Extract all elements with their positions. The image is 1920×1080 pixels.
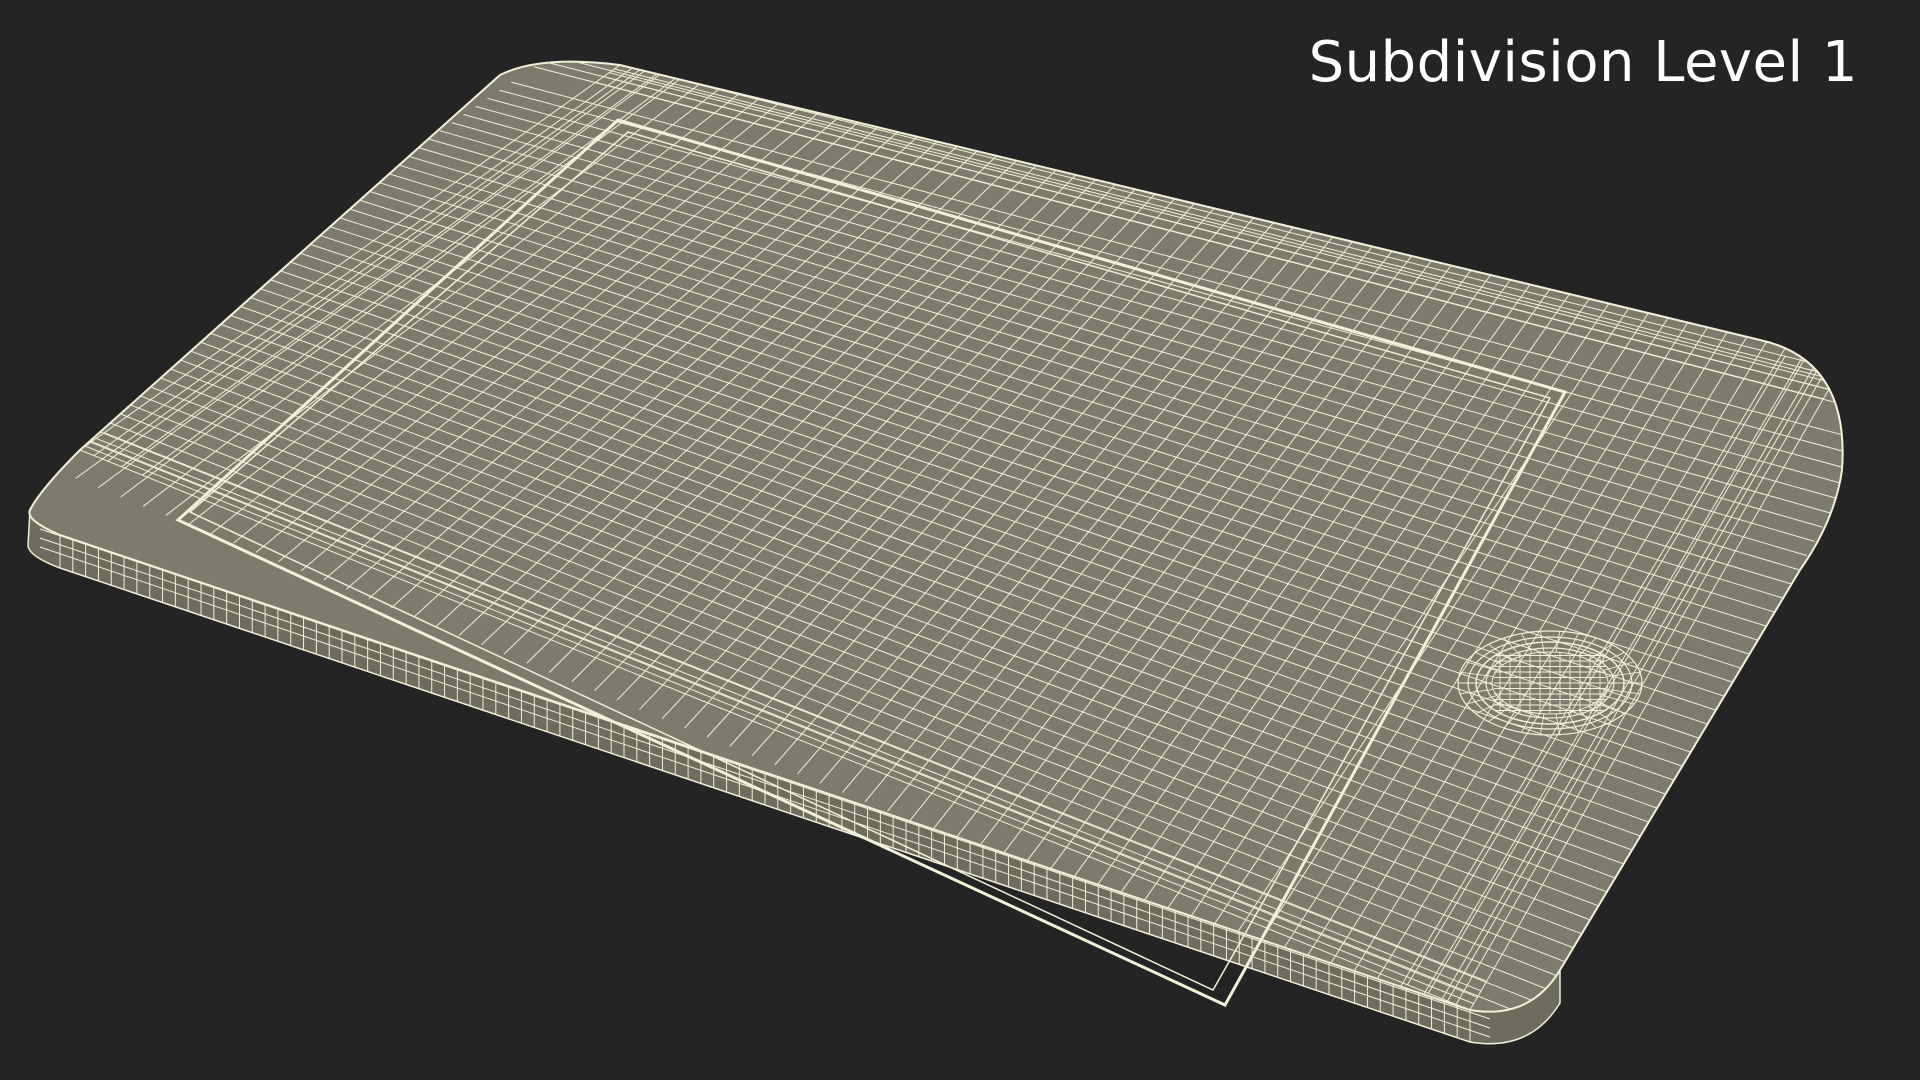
wireframe-render bbox=[27, 60, 1844, 1045]
3d-viewport: Subdivision Level 1 bbox=[0, 0, 1920, 1080]
subdivision-level-label: Subdivision Level 1 bbox=[1308, 30, 1858, 95]
tablet-top-surface bbox=[28, 60, 1844, 1013]
